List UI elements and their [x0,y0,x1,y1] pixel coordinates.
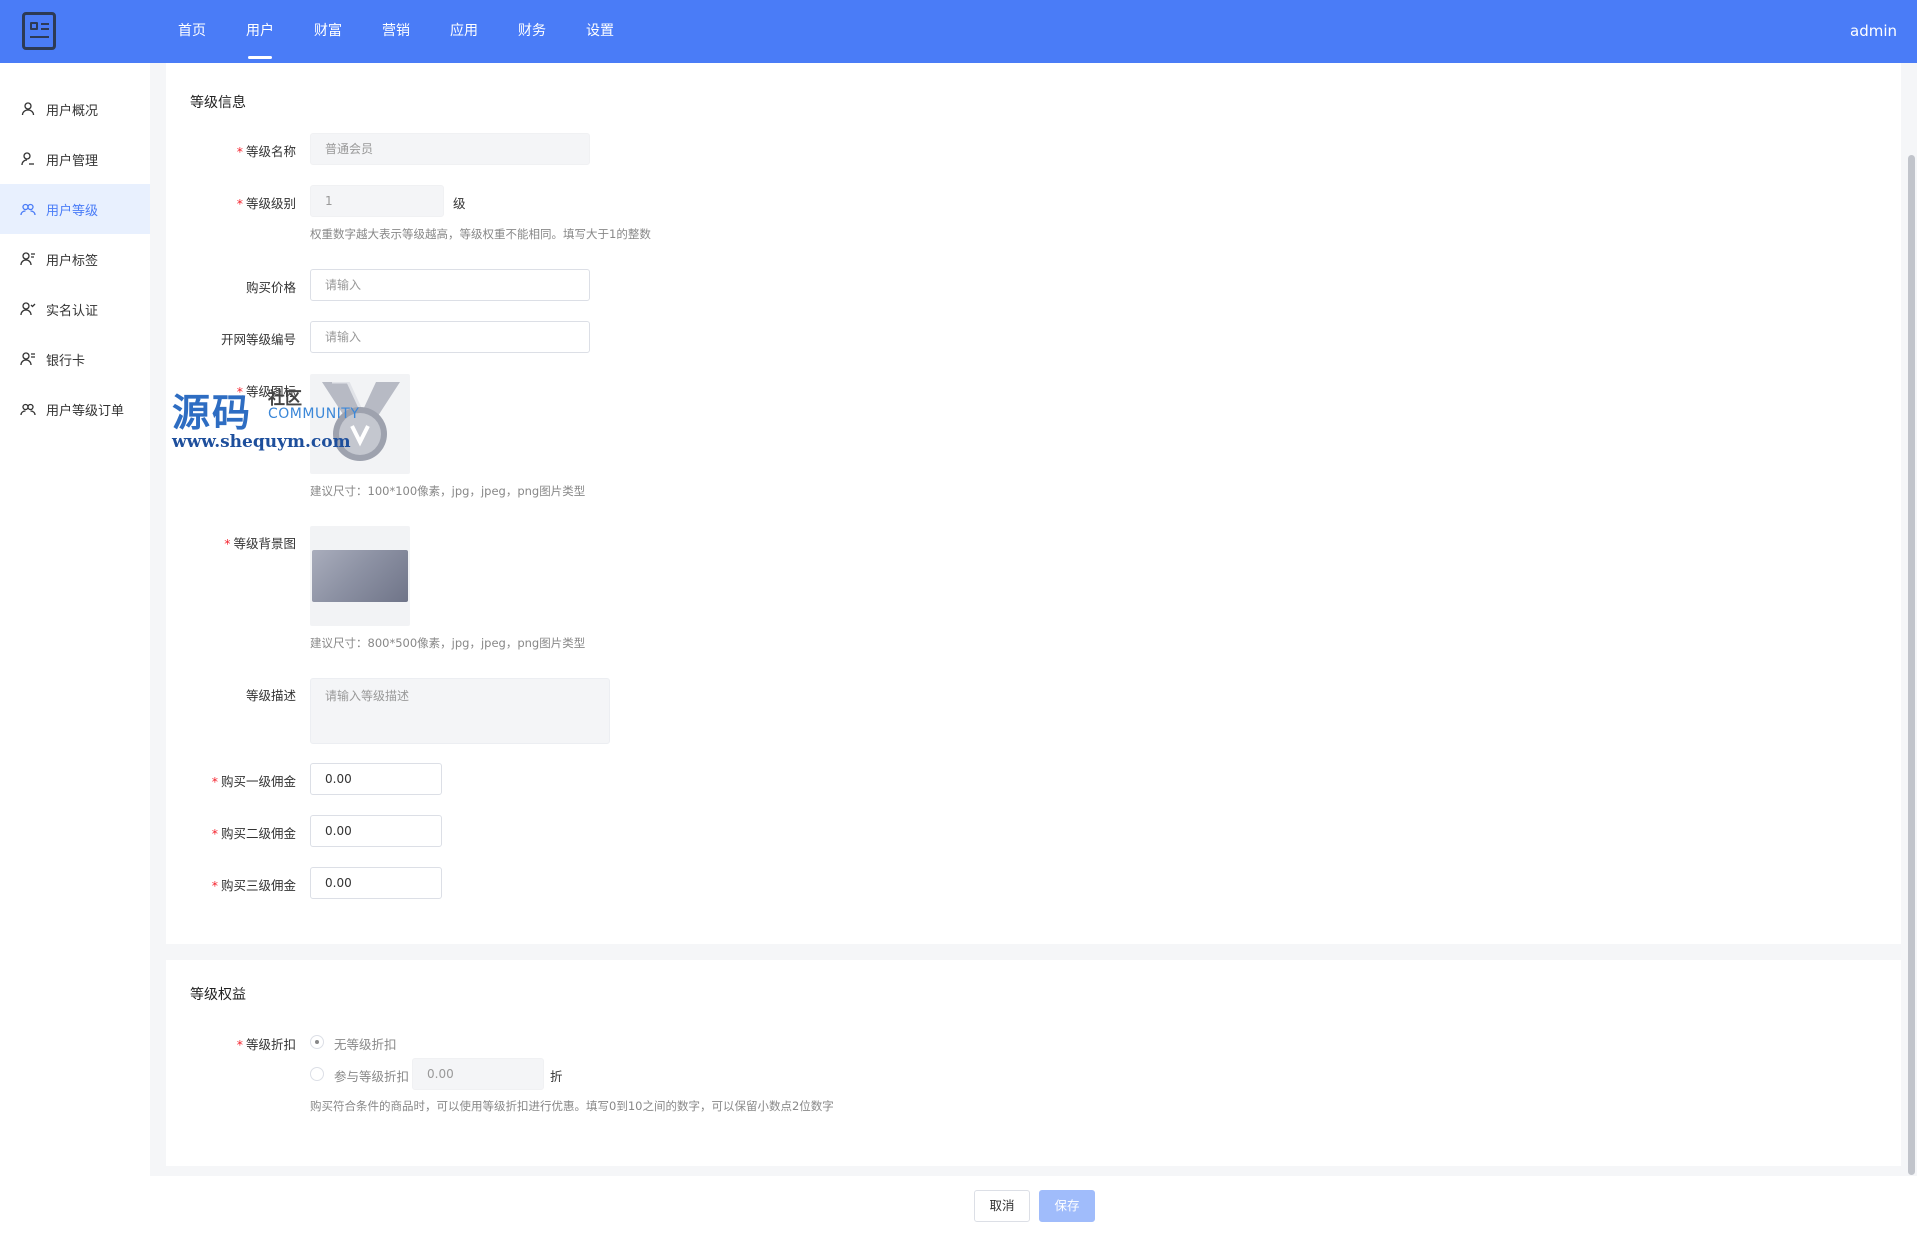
level-desc-textarea[interactable]: 请输入等级描述 [310,678,610,744]
section-title-level-info: 等级信息 [190,95,246,111]
sidebar-item-user-level[interactable]: 用户等级 [0,184,150,234]
level-bg-label: * 等级背景图 [224,536,296,551]
nav-apps[interactable]: 应用 [430,0,498,63]
level-icon-hint: 建议尺寸：100*100像素，jpg，jpeg，png图片类型 [310,484,586,498]
level-name-input[interactable]: 普通会员 [310,133,590,165]
level-info-card: 等级信息 * 等级名称 普通会员 * 等级级别 1 级 权重数字越大表示等级越高，等… [166,63,1901,944]
nav-marketing[interactable]: 营销 [362,0,430,63]
commission3-input[interactable]: 0.00 [310,867,442,899]
watermark-community-text: COMMUNITY [268,406,360,422]
level-rank-hint: 权重数字越大表示等级越高，等级权重不能相同。填写大于1的整数 [310,227,651,241]
commission3-label: * 购买三级佣金 [211,878,296,893]
watermark-logo: 源码 社区 COMMUNITY www.shequym.com [172,382,402,462]
sidebar-item-label: 银行卡 [46,353,86,369]
price-input[interactable]: 请输入 [310,269,590,301]
sidebar-item-bank-card[interactable]: 银行卡 [0,334,150,384]
radio-join-discount-label[interactable]: 参与等级折扣 [334,1066,409,1085]
sidebar: 用户概况 用户管理 用户等级 用户标签 实名认证 银行卡 用户等级订单 [0,63,150,1236]
top-nav: 首页 用户 财富 营销 应用 财务 设置 [158,0,634,63]
level-rights-card: 等级权益 * 等级折扣 无等级折扣 参与等级折扣 0.00 折 购买符合条件的商品… [166,960,1901,1166]
scrollbar-thumb[interactable] [1908,155,1915,1175]
level-rank-unit: 级 [453,196,466,211]
discount-unit: 折 [550,1069,563,1084]
radio-no-discount-label[interactable]: 无等级折扣 [334,1034,397,1053]
watermark-big-text: 源码 [172,390,253,435]
nav-home[interactable]: 首页 [158,0,226,63]
sidebar-item-user-overview[interactable]: 用户概况 [0,84,150,134]
watermark-url: www.shequym.com [172,432,351,452]
users-order-icon [20,401,36,417]
commission1-label: * 购买一级佣金 [211,774,296,789]
radio-join-discount[interactable] [310,1067,324,1081]
nav-wealth[interactable]: 财富 [294,0,362,63]
logo-icon[interactable] [22,12,56,50]
user-menu[interactable]: admin [1850,0,1897,63]
commission2-label: * 购买二级佣金 [211,826,296,841]
sidebar-item-user-manage[interactable]: 用户管理 [0,134,150,184]
level-name-label: * 等级名称 [236,144,296,159]
sidebar-item-label: 实名认证 [46,303,99,319]
level-code-label: 开网等级编号 [220,332,296,347]
discount-hint: 购买符合条件的商品时，可以使用等级折扣进行优惠。填写0到10之间的数字，可以保留… [310,1099,834,1113]
section-title-level-rights: 等级权益 [190,987,246,1003]
price-label: 购买价格 [245,280,296,295]
nav-user[interactable]: 用户 [226,0,294,63]
user-manage-icon [20,151,36,167]
top-bar: 首页 用户 财富 营销 应用 财务 设置 admin [0,0,1917,63]
radio-no-discount[interactable] [310,1035,324,1049]
scrollbar[interactable] [1906,63,1917,1176]
sidebar-item-user-tag[interactable]: 用户标签 [0,234,150,284]
sidebar-item-label: 用户等级订单 [46,403,125,419]
sidebar-item-label: 用户标签 [46,253,99,269]
level-desc-label: 等级描述 [245,688,296,703]
sidebar-item-real-name[interactable]: 实名认证 [0,284,150,334]
footer-bar: 取消 保存 [150,1176,1917,1236]
level-rank-input[interactable]: 1 [310,185,444,217]
save-button[interactable]: 保存 [1039,1190,1095,1222]
discount-input[interactable]: 0.00 [412,1058,544,1090]
cancel-button[interactable]: 取消 [974,1190,1030,1222]
discount-label: * 等级折扣 [236,1037,296,1052]
user-icon [20,101,36,117]
nav-finance[interactable]: 财务 [498,0,566,63]
level-rank-label: * 等级级别 [236,196,296,211]
sidebar-item-label: 用户概况 [46,103,99,119]
user-verify-icon [20,301,36,317]
users-icon [20,201,36,217]
sidebar-item-label: 用户等级 [46,203,99,219]
sidebar-item-label: 用户管理 [46,153,99,169]
level-bg-hint: 建议尺寸：800*500像素，jpg，jpeg，png图片类型 [310,636,586,650]
level-code-input[interactable]: 请输入 [310,321,590,353]
level-bg-preview [312,550,408,602]
nav-settings[interactable]: 设置 [566,0,634,63]
commission2-input[interactable]: 0.00 [310,815,442,847]
level-bg-upload[interactable] [310,526,410,626]
bank-card-icon [20,351,36,367]
commission1-input[interactable]: 0.00 [310,763,442,795]
sidebar-item-level-order[interactable]: 用户等级订单 [0,384,150,434]
user-tag-icon [20,251,36,267]
